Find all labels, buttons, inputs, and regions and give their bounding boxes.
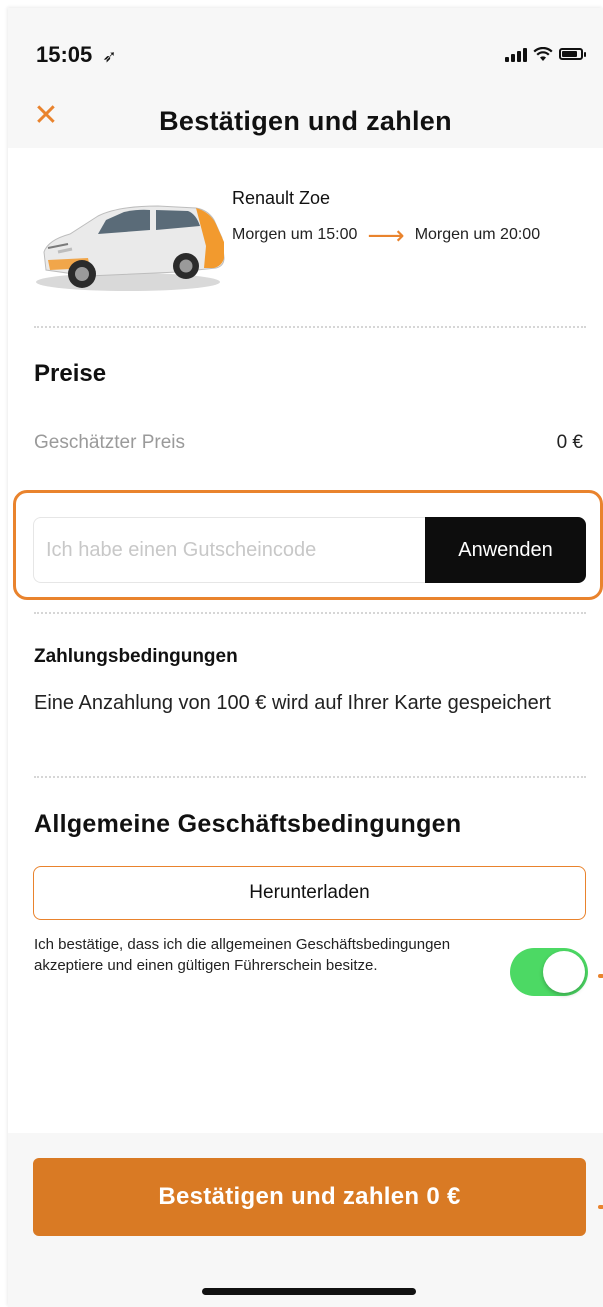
estimated-price-label: Geschätzter Preis <box>34 432 185 453</box>
status-bar-time: 15:05 ➶ <box>36 42 117 68</box>
booking-start: Morgen um 15:00 <box>232 226 358 243</box>
status-time-text: 15:05 <box>36 42 93 67</box>
booking-end: Morgen um 20:00 <box>414 226 541 243</box>
divider <box>34 612 586 614</box>
booking-times: Morgen um 15:00 ⟶ Morgen um 20:00 <box>232 220 541 250</box>
location-arrow-icon: ➶ <box>102 47 117 66</box>
edge-marker <box>598 1205 603 1209</box>
battery-icon <box>559 48 586 60</box>
car-name: Renault Zoe <box>232 188 331 208</box>
home-indicator <box>202 1288 416 1295</box>
estimated-price-value: 0 € <box>556 432 583 453</box>
consent-toggle[interactable] <box>510 948 588 996</box>
payment-terms-text: Eine Anzahlung von 100 € wird auf Ihrer … <box>34 692 551 714</box>
status-icons <box>505 46 586 62</box>
prices-heading: Preise <box>34 360 107 387</box>
arrow-right-icon: ⟶ <box>367 220 405 250</box>
edge-marker <box>598 974 603 978</box>
consent-text: Ich bestätige, dass ich die allgemeinen … <box>34 936 451 974</box>
divider <box>34 326 586 328</box>
terms-heading: Allgemeine Geschäftsbedingungen <box>34 810 462 838</box>
coupon-code-input[interactable] <box>33 517 427 583</box>
screen: 15:05 ➶ ✕ Bestätigen und zahlen Renault … <box>8 8 603 1307</box>
wifi-icon <box>533 46 553 61</box>
page-title: Bestätigen und zahlen <box>159 106 452 136</box>
toggle-knob <box>543 951 585 993</box>
signal-bars-icon <box>505 46 527 62</box>
confirm-and-pay-button[interactable]: Bestätigen und zahlen 0 € <box>33 1158 586 1236</box>
divider <box>34 776 586 778</box>
download-terms-button[interactable]: Herunterladen <box>33 866 586 920</box>
car-photo <box>36 205 225 291</box>
payment-terms-heading: Zahlungsbedingungen <box>34 646 238 667</box>
apply-coupon-button[interactable]: Anwenden <box>425 517 586 583</box>
